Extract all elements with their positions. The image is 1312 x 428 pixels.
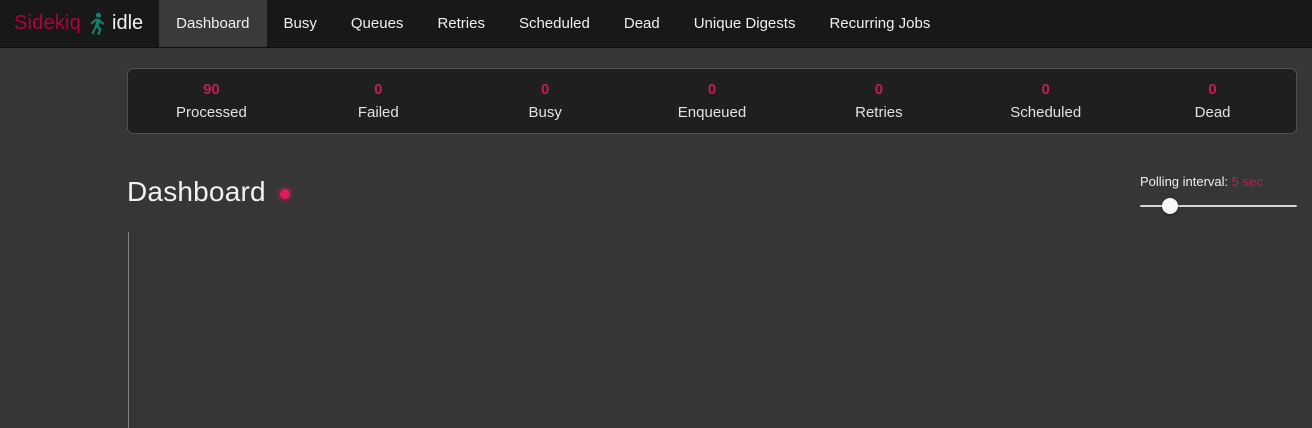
stat-failed-value: 0 bbox=[295, 81, 462, 98]
nav-item-retries[interactable]: Retries bbox=[420, 0, 502, 47]
process-status-label: idle bbox=[112, 12, 143, 35]
stat-scheduled-label: Scheduled bbox=[962, 104, 1129, 121]
stat-busy[interactable]: 0 Busy bbox=[462, 75, 629, 127]
stat-retries[interactable]: 0 Retries bbox=[795, 75, 962, 127]
page-header: Dashboard Polling interval: 5 sec bbox=[127, 172, 1297, 220]
slider-thumb[interactable] bbox=[1162, 198, 1178, 214]
nav-item-queues[interactable]: Queues bbox=[334, 0, 421, 47]
sidekiq-character-icon bbox=[88, 12, 105, 36]
nav-item-dead[interactable]: Dead bbox=[607, 0, 677, 47]
stat-processed-label: Processed bbox=[128, 104, 295, 121]
polling-interval-value[interactable]: 5 sec bbox=[1232, 174, 1263, 189]
brand[interactable]: Sidekiq idle bbox=[0, 0, 159, 47]
nav-item-busy[interactable]: Busy bbox=[267, 0, 334, 47]
stat-retries-label: Retries bbox=[795, 104, 962, 121]
stat-enqueued-value: 0 bbox=[629, 81, 796, 98]
stat-busy-value: 0 bbox=[462, 81, 629, 98]
nav-item-recurring-jobs[interactable]: Recurring Jobs bbox=[812, 0, 947, 47]
stat-retries-value: 0 bbox=[795, 81, 962, 98]
main-nav: Dashboard Busy Queues Retries Scheduled … bbox=[159, 0, 947, 47]
stat-scheduled[interactable]: 0 Scheduled bbox=[962, 75, 1129, 127]
nav-item-dashboard[interactable]: Dashboard bbox=[159, 0, 266, 47]
navbar: Sidekiq idle Dashboard Busy Queues Retri… bbox=[0, 0, 1312, 48]
stat-processed[interactable]: 90 Processed bbox=[128, 75, 295, 127]
chart-y-axis bbox=[128, 232, 129, 428]
page-content: 90 Processed 0 Failed 0 Busy 0 Enqueued … bbox=[0, 68, 1312, 428]
nav-item-scheduled[interactable]: Scheduled bbox=[502, 0, 607, 47]
polling-label: Polling interval: 5 sec bbox=[1140, 174, 1297, 189]
stat-enqueued[interactable]: 0 Enqueued bbox=[629, 75, 796, 127]
nav-item-unique-digests[interactable]: Unique Digests bbox=[677, 0, 813, 47]
stat-failed-label: Failed bbox=[295, 104, 462, 121]
stat-processed-value: 90 bbox=[128, 81, 295, 98]
stat-dead-label: Dead bbox=[1129, 104, 1296, 121]
realtime-chart bbox=[127, 232, 1297, 428]
stat-failed[interactable]: 0 Failed bbox=[295, 75, 462, 127]
stat-busy-label: Busy bbox=[462, 104, 629, 121]
live-beacon-icon bbox=[280, 189, 290, 199]
stat-dead[interactable]: 0 Dead bbox=[1129, 75, 1296, 127]
stat-enqueued-label: Enqueued bbox=[629, 104, 796, 121]
polling-interval-slider[interactable] bbox=[1140, 198, 1297, 214]
polling-control: Polling interval: 5 sec bbox=[1140, 172, 1297, 214]
page-title: Dashboard bbox=[127, 176, 266, 208]
summary-stats-bar: 90 Processed 0 Failed 0 Busy 0 Enqueued … bbox=[127, 68, 1297, 134]
stat-scheduled-value: 0 bbox=[962, 81, 1129, 98]
brand-name: Sidekiq bbox=[14, 12, 81, 35]
stat-dead-value: 0 bbox=[1129, 81, 1296, 98]
